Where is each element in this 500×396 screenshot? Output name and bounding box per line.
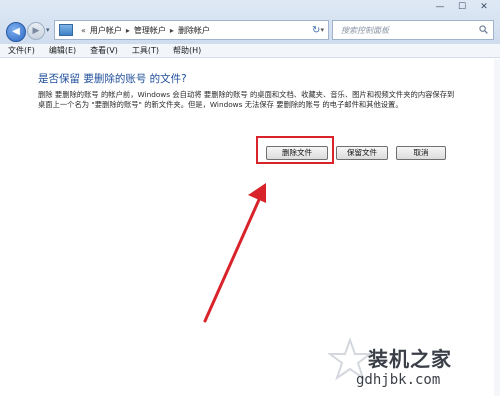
menu-file[interactable]: 文件(F) — [8, 45, 35, 56]
menu-view[interactable]: 查看(V) — [90, 45, 118, 56]
menu-tools[interactable]: 工具(T) — [132, 45, 159, 56]
close-button[interactable]: ✕ — [474, 0, 494, 14]
refresh-icon[interactable]: ↻ — [312, 25, 320, 36]
minimize-button[interactable]: — — [430, 0, 450, 14]
search-icon[interactable] — [479, 25, 488, 34]
breadcrumb-delete-account[interactable]: 删除帐户 — [178, 25, 210, 36]
watermark-url: gdhjbk.com — [356, 372, 441, 388]
window-titlebar: — ☐ ✕ ◀ ▶ ▾ « 用户帐户 ▸ 管理帐户 ▸ 删除帐户 ▾ ↻ 搜索控… — [0, 0, 500, 45]
search-input[interactable]: 搜索控制面板 — [332, 20, 494, 40]
address-bar[interactable]: « 用户帐户 ▸ 管理帐户 ▸ 删除帐户 ▾ — [54, 20, 329, 40]
watermark-title: 装机之家 — [368, 347, 452, 371]
menu-bar: 文件(F) 编辑(E) 查看(V) 工具(T) 帮助(H) — [0, 44, 500, 58]
search-placeholder: 搜索控制面板 — [341, 26, 389, 35]
recent-pages-button[interactable]: ▾ — [46, 26, 50, 34]
menu-help[interactable]: 帮助(H) — [173, 45, 201, 56]
maximize-button[interactable]: ☐ — [452, 0, 472, 14]
breadcrumb-separator[interactable]: ▸ — [170, 26, 174, 35]
back-button[interactable]: ◀ — [6, 22, 26, 42]
window-controls: — ☐ ✕ — [428, 0, 494, 14]
menu-edit[interactable]: 编辑(E) — [49, 45, 76, 56]
address-dropdown-icon[interactable]: ▾ — [320, 26, 324, 34]
breadcrumb-manage-accounts[interactable]: 管理帐户 — [134, 25, 166, 36]
breadcrumb-separator[interactable]: ▸ — [126, 26, 130, 35]
breadcrumb-overflow[interactable]: « — [81, 26, 86, 35]
scrollbar[interactable] — [494, 59, 500, 396]
breadcrumb-user-accounts[interactable]: 用户帐户 — [90, 25, 122, 36]
control-panel-icon — [59, 24, 73, 36]
forward-button[interactable]: ▶ — [27, 22, 45, 40]
